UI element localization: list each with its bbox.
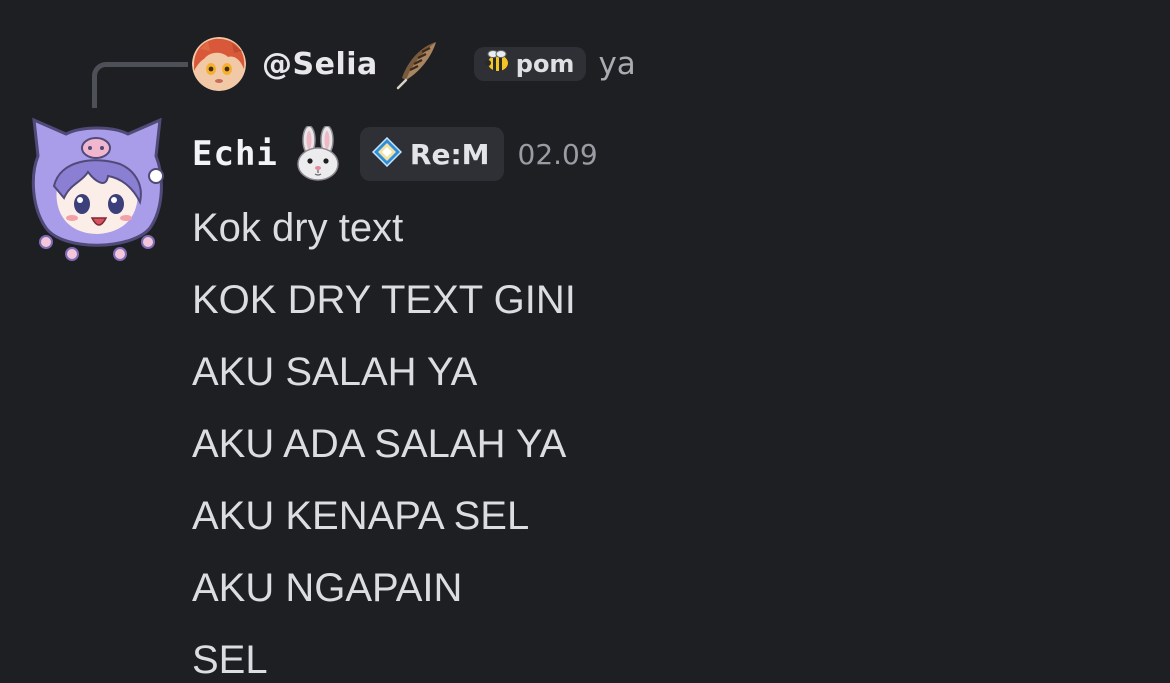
diamond-icon [371,136,402,171]
rabbit-icon [290,125,346,182]
message-line[interactable]: SEL [192,624,576,683]
author-name[interactable]: Echi [192,134,278,174]
message-line[interactable]: AKU NGAPAIN [192,552,576,624]
bee-icon [484,50,510,78]
message-line[interactable]: AKU KENAPA SEL [192,480,576,552]
reply-connector [92,62,188,108]
reply-avatar[interactable] [192,37,246,91]
guild-badge[interactable]: Re:M [359,127,504,181]
message-header: Echi Re:M 02.09 [192,124,598,184]
message-line[interactable]: AKU ADA SALAH YA [192,408,576,480]
message-line[interactable]: Kok dry text [192,192,576,264]
badge-label: Re:M [409,137,490,171]
reply-preview-text: ya [598,46,636,82]
reply-username[interactable]: @Selia [262,47,378,82]
message-line[interactable]: AKU SALAH YA [192,336,576,408]
author-avatar[interactable] [24,116,170,262]
role-tag[interactable]: pom [473,47,587,81]
feather-icon [392,38,444,90]
message-timestamp[interactable]: 02.09 [518,138,598,171]
reply-reference[interactable]: @Selia pom ya [192,34,636,94]
chat-view: @Selia pom ya Echi Re:M 02.09 Kok dry te… [0,0,1170,683]
message-list: Kok dry text KOK DRY TEXT GINI AKU SALAH… [192,192,576,683]
message-line[interactable]: KOK DRY TEXT GINI [192,264,576,336]
role-label: pom [515,50,575,78]
